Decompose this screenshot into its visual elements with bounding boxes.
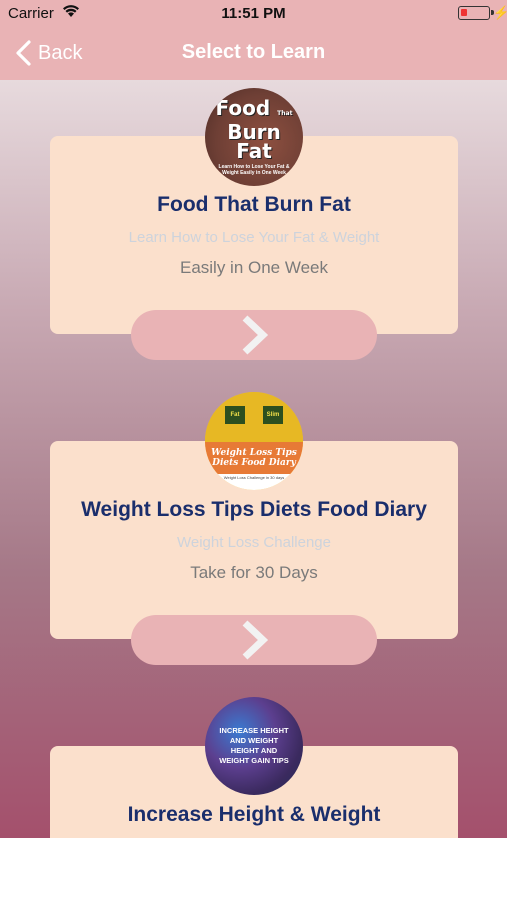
status-bar: Carrier 11:51 PM ⚡ xyxy=(0,0,507,28)
page-title: Select to Learn xyxy=(181,41,326,63)
bottom-blank-area xyxy=(0,838,507,900)
badge-text: INCREASE HEIGHT AND WEIGHT HEIGHT AND WE… xyxy=(219,726,289,765)
increase-height-thumbnail: INCREASE HEIGHT AND WEIGHT HEIGHT AND WE… xyxy=(205,697,303,795)
card-description: Easily in One Week xyxy=(179,258,329,277)
badge-line1: Weight Loss Tips xyxy=(211,448,297,458)
chevron-right-icon xyxy=(242,620,269,660)
card-description: Take for 30 Days xyxy=(190,563,318,582)
card-title: Increase Height & Weight xyxy=(127,803,381,826)
open-topic-button[interactable] xyxy=(131,310,377,360)
charging-icon: ⚡ xyxy=(493,5,507,20)
card-subtitle: Learn How to Lose Your Fat & Weight xyxy=(128,229,380,246)
card-title: Weight Loss Tips Diets Food Diary xyxy=(81,498,427,521)
battery-icon xyxy=(458,6,494,20)
badge-band: Weight Loss Tips Diets Food Diary xyxy=(205,442,303,474)
clock: 11:51 PM xyxy=(221,5,286,22)
weight-loss-thumbnail: Fat Slim Weight Loss Tips Diets Food Dia… xyxy=(205,392,303,490)
card-subtitle: Weight Loss Challenge xyxy=(177,534,331,551)
badge-slim-box: Slim xyxy=(263,406,283,424)
open-topic-button[interactable] xyxy=(131,615,377,665)
food-burn-fat-thumbnail: Food That Burn Fat Learn How to Lose You… xyxy=(205,88,303,186)
card-title: Food That Burn Fat xyxy=(157,193,351,216)
badge-fat-box: Fat xyxy=(225,406,245,424)
badge-caption: Weight Loss Challenge in 30 days xyxy=(205,474,303,490)
badge-line2: Diets Food Diary xyxy=(212,458,296,468)
navigation-bar: Back Select to Learn xyxy=(0,28,507,80)
topic-list[interactable]: Food That Burn Fat Learn How to Lose You… xyxy=(0,80,507,838)
chevron-right-icon xyxy=(242,315,269,355)
badge-text: Food That Burn Fat xyxy=(215,95,293,163)
top-bar: Carrier 11:51 PM ⚡ Back Select to Learn xyxy=(0,0,507,80)
